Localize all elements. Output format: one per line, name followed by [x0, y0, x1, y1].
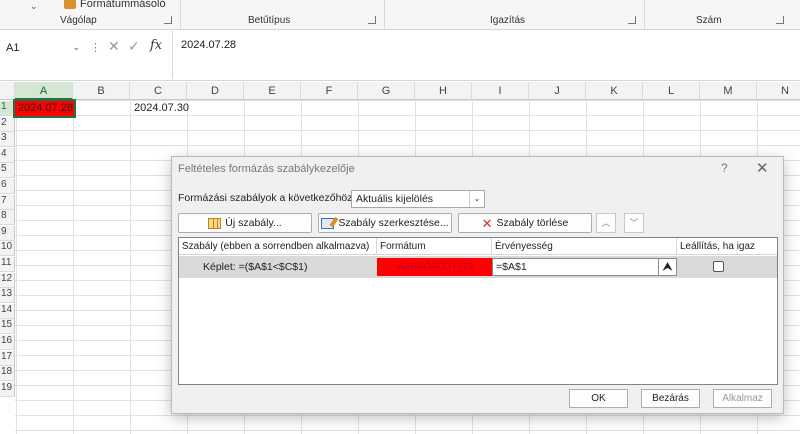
delete-rule-label: Szabály törlése: [496, 217, 569, 229]
close-button[interactable]: Bezárás: [641, 389, 700, 408]
row-header[interactable]: 8: [0, 210, 15, 226]
column-header[interactable]: B: [73, 82, 130, 100]
apply-button[interactable]: Alkalmaz: [713, 389, 772, 408]
format-painter-label: Formátummásoló: [80, 0, 166, 10]
group-clipboard-label: Vágólap: [60, 15, 97, 26]
edit-rule-label: Szabály szerkesztése...: [338, 217, 449, 229]
row-header[interactable]: 9: [0, 225, 15, 241]
row-header[interactable]: 10: [0, 241, 15, 257]
row-header[interactable]: 6: [0, 179, 15, 194]
insert-function-icon[interactable]: fx: [150, 38, 162, 53]
row-header[interactable]: 12: [0, 272, 15, 288]
help-icon[interactable]: ?: [721, 161, 728, 175]
more-icon[interactable]: ⋮: [90, 41, 101, 54]
column-header[interactable]: J: [529, 82, 586, 100]
stop-if-true-checkbox[interactable]: [713, 261, 724, 272]
check-icon[interactable]: ✓: [128, 38, 140, 55]
number-launcher-icon[interactable]: [776, 16, 784, 24]
close-icon[interactable]: ✕: [756, 159, 769, 177]
format-painter-icon: [64, 0, 76, 9]
name-box-value: A1: [6, 42, 20, 54]
ok-button[interactable]: OK: [569, 389, 628, 408]
delete-rule-button[interactable]: ✕ Szabály törlése: [458, 213, 592, 233]
ribbon-divider: [384, 0, 385, 30]
column-header[interactable]: L: [643, 82, 700, 100]
group-number-label: Szám: [696, 15, 722, 26]
chevron-down-icon[interactable]: ⌄: [30, 1, 38, 12]
chevron-down-icon[interactable]: ⌄: [72, 42, 80, 53]
scope-select[interactable]: Aktuális kijelölés ⌄: [351, 190, 485, 208]
formula-input[interactable]: 2024.07.28: [172, 31, 800, 79]
row-header[interactable]: 2: [0, 116, 15, 132]
formula-bar: A1 ⌄ ⋮ ✕ ✓ fx 2024.07.28: [0, 31, 800, 81]
row-header[interactable]: 5: [0, 163, 15, 179]
group-font-label: Betűtípus: [248, 15, 291, 26]
column-header[interactable]: H: [415, 82, 472, 100]
row-header[interactable]: 7: [0, 194, 15, 210]
format-painter-button[interactable]: Formátummásoló: [64, 0, 166, 10]
header-applies-to: Érvényesség: [492, 238, 677, 255]
column-header[interactable]: K: [586, 82, 643, 100]
range-picker-icon[interactable]: ⮝: [658, 259, 676, 275]
scope-select-value: Aktuális kijelölés: [356, 193, 434, 205]
group-alignment-label: Igazítás: [490, 15, 526, 26]
row-header[interactable]: 14: [0, 303, 15, 319]
rule-formula: Képlet: =($A$1<$C$1): [203, 261, 308, 273]
cell-c1[interactable]: 2024.07.30: [131, 101, 189, 116]
row-header[interactable]: 11: [0, 257, 15, 272]
ribbon-divider: [180, 0, 181, 30]
chevron-down-icon[interactable]: ⌄: [469, 191, 484, 207]
ribbon: ⌄ Formátummásoló Vágólap Betűtípus Igazí…: [0, 0, 800, 30]
column-header[interactable]: A: [15, 82, 73, 100]
applies-to-input[interactable]: =$A$1 ⮝: [492, 258, 677, 276]
alignment-launcher-icon[interactable]: [628, 16, 636, 24]
row-header[interactable]: 3: [0, 132, 15, 148]
clipboard-launcher-icon[interactable]: [164, 16, 172, 24]
delete-icon: ✕: [481, 215, 493, 231]
row-header[interactable]: 15: [0, 319, 15, 335]
column-header[interactable]: F: [301, 82, 358, 100]
column-header[interactable]: N: [757, 82, 800, 100]
scope-label: Formázási szabályok a következőhöz:: [178, 192, 356, 204]
move-up-button[interactable]: ︿: [596, 213, 616, 233]
dialog-title: Feltételes formázás szabálykezelője: [178, 163, 355, 175]
header-format: Formátum: [377, 238, 492, 255]
header-stop-if-true: Leállítás, ha igaz: [680, 241, 756, 252]
row-header[interactable]: 18: [0, 366, 15, 382]
column-header[interactable]: G: [358, 82, 415, 100]
row-header[interactable]: 19: [0, 381, 15, 397]
move-down-button[interactable]: ﹀: [624, 213, 644, 233]
new-rule-icon: [208, 217, 222, 229]
row-header[interactable]: 1: [0, 101, 15, 116]
column-header[interactable]: E: [244, 82, 301, 100]
row-header[interactable]: 16: [0, 335, 15, 350]
cancel-icon[interactable]: ✕: [108, 38, 120, 55]
column-header[interactable]: I: [472, 82, 529, 100]
column-header[interactable]: M: [700, 82, 757, 100]
applies-to-value: =$A$1: [496, 261, 527, 273]
row-header[interactable]: 13: [0, 288, 15, 304]
edit-rule-button[interactable]: Szabály szerkesztése...: [318, 213, 452, 233]
cell-a1[interactable]: 2024.07.28: [13, 99, 76, 118]
new-rule-button[interactable]: Új szabály...: [178, 213, 312, 233]
column-header[interactable]: D: [187, 82, 244, 100]
row-header[interactable]: 4: [0, 147, 15, 163]
select-all-corner[interactable]: [0, 82, 15, 100]
rules-table-header: Szabály (ebben a sorrendben alkalmazva) …: [179, 238, 777, 255]
edit-rule-icon: [321, 217, 335, 229]
row-header[interactable]: 17: [0, 350, 15, 366]
format-preview: AaBbÕõÜüYyZz: [377, 258, 495, 276]
conditional-formatting-dialog: Feltételes formázás szabálykezelője ? ✕ …: [171, 156, 784, 414]
rules-table: Szabály (ebben a sorrendben alkalmazva) …: [178, 237, 778, 385]
header-rule: Szabály (ebben a sorrendben alkalmazva): [179, 238, 377, 255]
new-rule-label: Új szabály...: [225, 217, 282, 229]
font-launcher-icon[interactable]: [368, 16, 376, 24]
rule-row[interactable]: Képlet: =($A$1<$C$1) AaBbÕõÜüYyZz =$A$1 …: [179, 256, 777, 278]
name-box[interactable]: A1 ⌄: [2, 38, 84, 60]
ribbon-divider: [644, 0, 645, 30]
column-header[interactable]: C: [130, 82, 187, 100]
